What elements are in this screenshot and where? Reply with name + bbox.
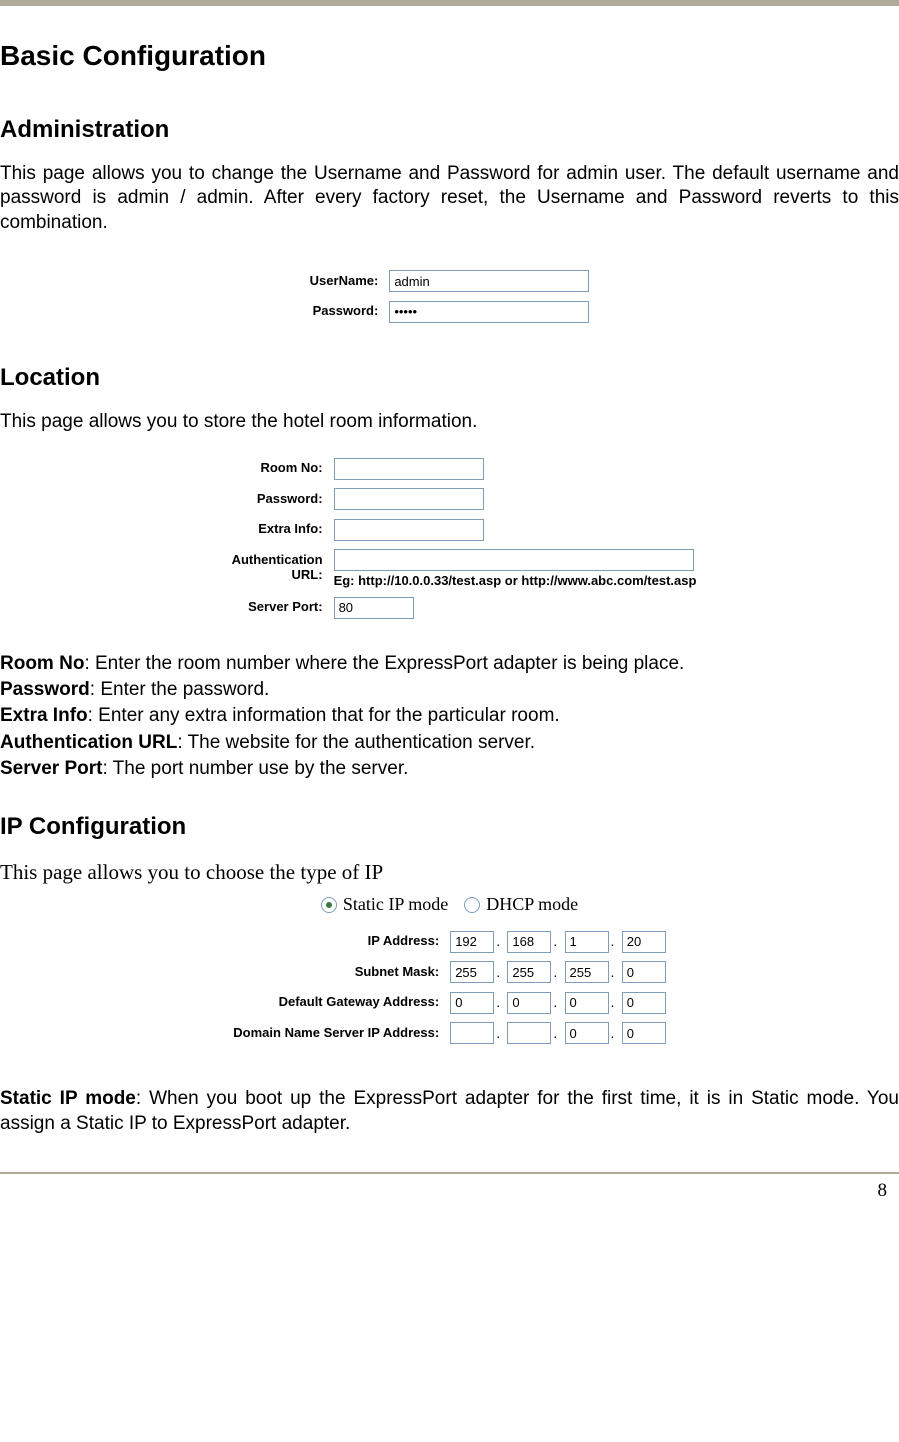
dns-octet-4[interactable] [622,1022,666,1044]
extra-info-label: Extra Info: [202,517,333,542]
room-no-desc-key: Room No [0,653,84,674]
location-password-input[interactable] [334,488,484,510]
auth-url-desc-key: Authentication URL [0,732,177,753]
password-desc-key: Password [0,679,90,700]
room-no-desc-val: : Enter the room number where the Expres… [84,653,684,674]
dhcp-radio[interactable] [464,897,480,913]
mask-octet-4[interactable] [622,961,666,983]
static-ip-radio-label: Static IP mode [343,894,448,915]
page-title: Basic Configuration [0,40,899,72]
server-port-desc-key: Server Port [0,758,102,779]
section-heading-location: Location [0,364,899,392]
top-divider [0,0,899,6]
password-desc-val: : Enter the password. [90,679,270,700]
static-ip-desc-key: Static IP mode [0,1088,136,1109]
dot-separator: . [551,994,559,1010]
dot-separator: . [551,964,559,980]
dns-octet-3[interactable] [565,1022,609,1044]
extra-info-input[interactable] [334,519,484,541]
gw-octet-1[interactable] [450,992,494,1014]
dot-separator: . [494,964,502,980]
section-heading-ip-config: IP Configuration [0,813,899,841]
password-label: Password: [309,299,389,324]
mask-octet-3[interactable] [565,961,609,983]
dot-separator: . [494,1025,502,1041]
auth-url-desc-val: : The website for the authentication ser… [177,732,535,753]
ip-octet-1[interactable] [450,931,494,953]
page-number: 8 [0,1174,899,1202]
gateway-label: Default Gateway Address: [232,990,449,1015]
dot-separator: . [609,994,617,1010]
dot-separator: . [609,1025,617,1041]
dot-separator: . [551,933,559,949]
location-form: Room No: Password: Extra Info: Authentic… [0,450,899,626]
server-port-desc-val: : The port number use by the server. [102,758,408,779]
gw-octet-2[interactable] [507,992,551,1014]
dot-separator: . [551,1025,559,1041]
ip-mode-radio-group: Static IP mode DHCP mode [0,894,899,915]
ip-config-description: This page allows you to choose the type … [0,859,899,886]
mask-octet-2[interactable] [507,961,551,983]
subnet-mask-label: Subnet Mask: [232,960,449,985]
password-input[interactable] [389,301,589,323]
auth-url-input[interactable] [334,549,694,571]
server-port-label: Server Port: [202,595,333,620]
dhcp-radio-label: DHCP mode [486,894,578,915]
auth-url-label: Authentication URL: [202,548,333,590]
username-label: UserName: [309,269,389,294]
dot-separator: . [494,933,502,949]
username-input[interactable] [389,270,589,292]
room-no-label: Room No: [202,456,333,481]
dns-octet-2[interactable] [507,1022,551,1044]
room-no-desc: Room No: Enter the room number where the… [0,652,899,676]
ip-address-label: IP Address: [232,929,449,954]
gw-octet-4[interactable] [622,992,666,1014]
auth-url-desc: Authentication URL: The website for the … [0,731,899,755]
extra-info-desc: Extra Info: Enter any extra information … [0,704,899,728]
password-desc: Password: Enter the password. [0,678,899,702]
location-description: This page allows you to store the hotel … [0,410,899,434]
admin-form: UserName: Password: [0,263,899,330]
ip-octet-3[interactable] [565,931,609,953]
section-heading-administration: Administration [0,116,899,144]
ip-octet-4[interactable] [622,931,666,953]
server-port-desc: Server Port: The port number use by the … [0,757,899,781]
extra-info-desc-val: : Enter any extra information that for t… [88,705,560,726]
dot-separator: . [494,994,502,1010]
auth-url-hint: Eg: http://10.0.0.33/test.asp or http://… [334,573,697,588]
room-no-input[interactable] [334,458,484,480]
administration-description: This page allows you to change the Usern… [0,162,899,235]
ip-octet-2[interactable] [507,931,551,953]
extra-info-desc-key: Extra Info [0,705,88,726]
server-port-input[interactable] [334,597,414,619]
static-ip-radio[interactable] [321,897,337,913]
mask-octet-1[interactable] [450,961,494,983]
ip-form: IP Address: . . . Subnet Mask: . . . D [0,923,899,1051]
static-ip-desc: Static IP mode: When you boot up the Exp… [0,1087,899,1136]
dot-separator: . [609,933,617,949]
location-password-label: Password: [202,487,333,512]
dot-separator: . [609,964,617,980]
gw-octet-3[interactable] [565,992,609,1014]
dns-octet-1[interactable] [450,1022,494,1044]
dns-label: Domain Name Server IP Address: [232,1021,449,1046]
